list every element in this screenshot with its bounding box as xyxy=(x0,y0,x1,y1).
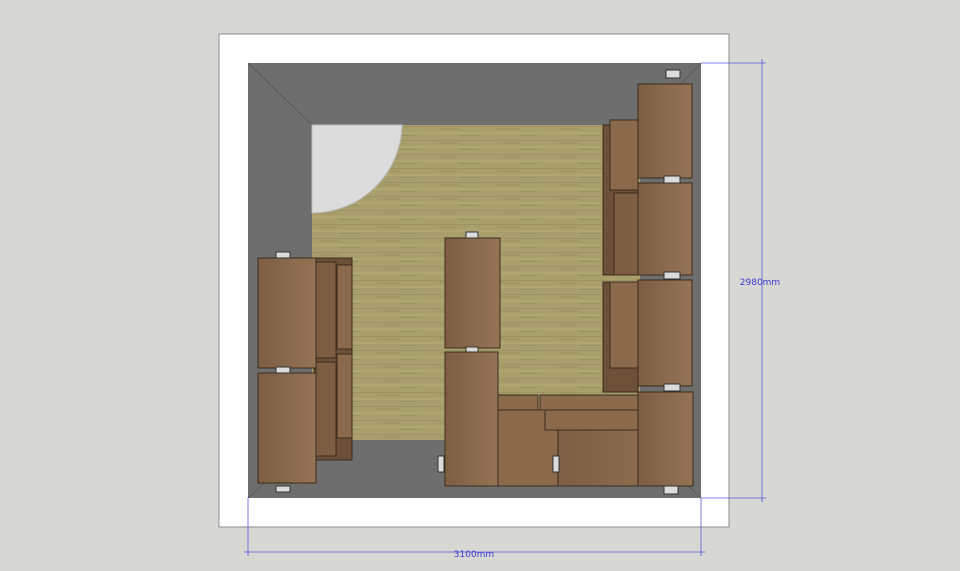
hinge-handle xyxy=(663,271,681,280)
depth-dimension-label: 2980mm xyxy=(740,278,780,288)
hinge-handle xyxy=(665,69,681,79)
island-lower-door xyxy=(444,351,499,487)
right-cabinet-door-1 xyxy=(637,83,693,179)
floor-plan-canvas: 3100mm 2980mm xyxy=(218,33,780,560)
left-cabinet-side-1 xyxy=(315,261,337,359)
drawer xyxy=(497,394,539,411)
left-cabinet-door-1 xyxy=(257,257,317,369)
hinge-handle xyxy=(275,251,291,259)
right-cabinet-door-2 xyxy=(637,182,693,276)
right-cabinet-inner xyxy=(613,192,639,276)
right-cabinet-inner xyxy=(609,119,639,191)
hinge-handle xyxy=(552,455,560,473)
left-cabinet-door-2 xyxy=(257,372,317,484)
hinge-handle xyxy=(663,175,681,184)
hinge-handle xyxy=(275,485,291,493)
hinge-handle xyxy=(465,231,479,239)
left-cabinet-side-3 xyxy=(336,264,353,350)
hinge-handle xyxy=(663,485,679,495)
hinge-handle xyxy=(437,455,445,473)
drawer xyxy=(539,394,639,411)
width-dimension-label: 3100mm xyxy=(454,550,494,560)
drawer xyxy=(544,409,639,431)
right-cabinet-door-4 xyxy=(637,391,694,487)
hinge-handle xyxy=(275,366,291,374)
island-upper-door xyxy=(444,237,501,349)
left-cabinet-side-2 xyxy=(315,361,337,457)
left-cabinet-side-4 xyxy=(336,353,353,439)
right-cabinet-inner xyxy=(609,281,639,369)
hinge-handle xyxy=(663,383,681,392)
right-cabinet-door-3 xyxy=(637,279,693,387)
